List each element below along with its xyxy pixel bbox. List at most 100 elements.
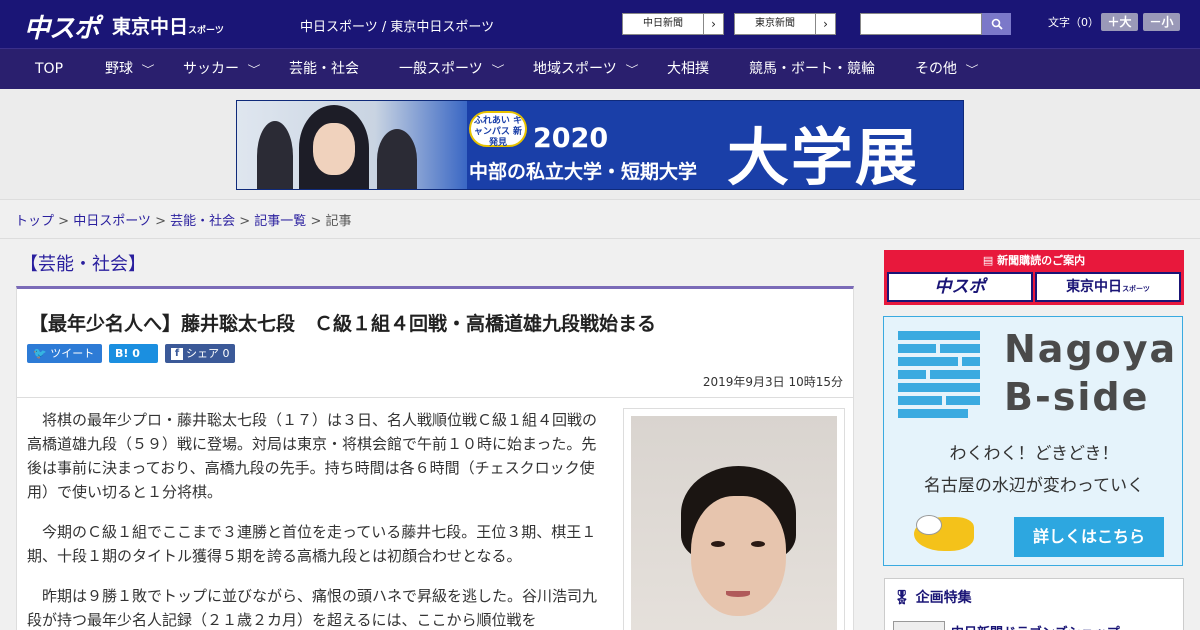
facebook-icon: f [171, 348, 183, 360]
nav-label: その他 [915, 61, 957, 77]
brick-graphic [940, 344, 980, 353]
feature-thumbnail[interactable] [893, 621, 945, 630]
breadcrumb-chunichi-sports[interactable]: 中日スポーツ [73, 214, 151, 229]
nav-item-regional-sports[interactable]: 地域スポーツ ﹀ [533, 49, 639, 90]
brick-graphic [946, 396, 980, 405]
site-subtitle: 中日スポーツ / 東京中日スポーツ [300, 20, 495, 35]
nav-item-racing[interactable]: 競馬・ボート・競輪 [749, 49, 875, 90]
subscribe-tokyo-chunichi-button[interactable]: 東京中日スポーツ [1035, 272, 1181, 302]
nav-label: 野球 [105, 61, 133, 77]
chevron-down-icon: ﹀ [141, 65, 155, 76]
brick-graphic [898, 383, 980, 392]
ad-badge: ふれあい キャンパス 新発見 [469, 111, 527, 148]
nagoya-title-line2: B-side [1004, 375, 1150, 419]
breadcrumb-top[interactable]: トップ [15, 214, 54, 229]
feature-title-text: 企画特集 [915, 590, 972, 606]
ad-year: 2020 [533, 123, 609, 154]
nagoya-title-line1: Nagoya [1004, 327, 1178, 371]
tweet-label: ツイート [50, 347, 95, 360]
nav-label: 地域スポーツ [533, 61, 617, 77]
nav-item-top[interactable]: TOP [35, 49, 63, 90]
article-paragraph: 昨期は９勝１敗でトップに並びながら、痛恨の頭ハネで昇級を逃した。谷川浩司九段が持… [27, 587, 598, 629]
nav-label: 競馬・ボート・競輪 [749, 61, 875, 77]
hatena-count: B! 0 [115, 347, 140, 360]
nav-item-general-sports[interactable]: 一般スポーツ ﹀ [399, 49, 505, 90]
font-smaller-button[interactable]: －小 [1143, 13, 1180, 31]
brick-graphic [898, 396, 942, 405]
brick-graphic [898, 344, 936, 353]
nav-item-entertainment[interactable]: 芸能・社会 [289, 49, 359, 90]
hatena-bookmark-button[interactable]: B! 0 [109, 344, 158, 363]
brick-graphic [930, 370, 980, 379]
subscribe-chuspo-button[interactable]: 中スポ [887, 272, 1033, 302]
ad-main-text: 大学展 [727, 121, 920, 190]
nav-item-sumo[interactable]: 大相撲 [667, 49, 709, 90]
details-button[interactable]: 詳しくはこちら [1014, 517, 1164, 557]
article-title: 【最年少名人へ】藤井聡太七段 Ｃ級１組４回戦・高橋道雄九段戦始まる [29, 313, 657, 335]
ad-subtitle: 中部の私立大学・短期大学 [469, 161, 698, 183]
nav-label: 大相撲 [667, 61, 709, 77]
facebook-share-button[interactable]: f シェア 0 [165, 344, 235, 363]
brick-graphic [898, 409, 968, 418]
ad-face [313, 123, 355, 175]
breadcrumb-entertainment[interactable]: 芸能・社会 [170, 214, 235, 229]
tokyo-chunichi-logo[interactable]: 東京中日スポーツ [112, 12, 224, 39]
newspaper-icon: ▤ [982, 254, 994, 267]
nagoya-bside-ad[interactable]: Nagoya B-side わくわく！どきどき！ 名古屋の水辺が変わっていく 詳… [883, 316, 1183, 566]
brick-graphic [898, 357, 958, 366]
chevron-down-icon: ﹀ [247, 65, 261, 76]
breadcrumb-separator: > [150, 214, 171, 229]
font-bigger-button[interactable]: ＋大 [1101, 13, 1138, 31]
article-header: 【最年少名人へ】藤井聡太七段 Ｃ級１組４回戦・高橋道雄九段戦始まる 🐦 ツイート… [16, 286, 854, 398]
chunichi-shimbun-link[interactable]: 中日新聞 › [622, 13, 724, 35]
article-photo[interactable] [623, 408, 845, 630]
chunichi-shimbun-label: 中日新聞 [643, 18, 683, 29]
ribbon-icon: 🎖 [893, 590, 911, 606]
portrait-mouth [726, 591, 750, 597]
tweet-button[interactable]: 🐦 ツイート [27, 344, 102, 363]
brick-graphic [898, 370, 926, 379]
tokyo-chunichi-logo-text: 東京中日 [112, 16, 189, 38]
divider [0, 238, 1200, 239]
university-fair-ad[interactable]: ふれあい キャンパス 新発見 2020 中部の私立大学・短期大学 大学展 [236, 100, 964, 190]
twitter-icon: 🐦 [33, 347, 47, 360]
portrait-photo [631, 416, 837, 630]
search-button[interactable] [982, 13, 1011, 35]
font-size-label: 文字（0） [1048, 16, 1099, 29]
ad-person [257, 121, 293, 189]
breadcrumb-separator: > [306, 214, 326, 229]
nav-label: 一般スポーツ [399, 61, 483, 77]
portrait-face [691, 496, 786, 616]
breadcrumb-separator: > [54, 214, 74, 229]
nagoya-title: Nagoya B-side [1004, 325, 1177, 421]
breadcrumb-current: 記事 [325, 214, 352, 229]
chevron-down-icon: ﹀ [491, 65, 505, 76]
feature-item-link[interactable]: 中日新聞ドラゴンズショップ [951, 622, 1120, 630]
search-icon [991, 18, 1003, 30]
nav-item-baseball[interactable]: 野球 ﹀ [105, 49, 155, 90]
portrait-eye [711, 541, 725, 547]
tokyo-shimbun-label: 東京新聞 [755, 18, 795, 29]
main-nav: TOP 野球 ﹀ サッカー ﹀ 芸能・社会 一般スポーツ ﹀ 地域スポーツ ﹀ 大相撲 … [0, 48, 1200, 89]
article-date: 2019年9月3日 10時15分 [702, 375, 843, 389]
nagoya-tagline2: 名古屋の水辺が変わっていく [923, 476, 1145, 496]
nav-label: TOP [35, 61, 64, 77]
article-paragraph: 今期のＣ級１組でここまで３連勝と首位を走っている藤井七段。王位３期、棋王１期、十… [27, 523, 597, 565]
brick-graphic [962, 357, 980, 366]
ad-person [377, 129, 417, 189]
facebook-share-label: シェア 0 [186, 347, 230, 360]
article-body: 将棋の最年少プロ・藤井聡太七段（１７）は３日、名人戦順位戦Ｃ級１組４回戦の高橋道… [16, 398, 854, 630]
nagoya-tagline1: わくわく！どきどき！ [949, 444, 1119, 464]
subscription-title-text: 新聞購読のご案内 [997, 254, 1086, 267]
article-paragraph: 将棋の最年少プロ・藤井聡太七段（１７）は３日、名人戦順位戦Ｃ級１組４回戦の高橋道… [27, 411, 598, 501]
chuspo-logo[interactable]: 中スポ [24, 8, 100, 45]
nav-item-soccer[interactable]: サッカー ﹀ [183, 49, 261, 90]
nav-label: サッカー [183, 61, 239, 77]
nav-item-other[interactable]: その他 ﹀ [915, 49, 979, 90]
breadcrumb-separator: > [235, 214, 255, 229]
chevron-down-icon: ﹀ [625, 65, 639, 76]
search-input[interactable] [860, 13, 982, 35]
tokyo-shimbun-link[interactable]: 東京新聞 › [734, 13, 836, 35]
breadcrumb-article-list[interactable]: 記事一覧 [254, 214, 306, 229]
brick-graphic [898, 331, 980, 340]
